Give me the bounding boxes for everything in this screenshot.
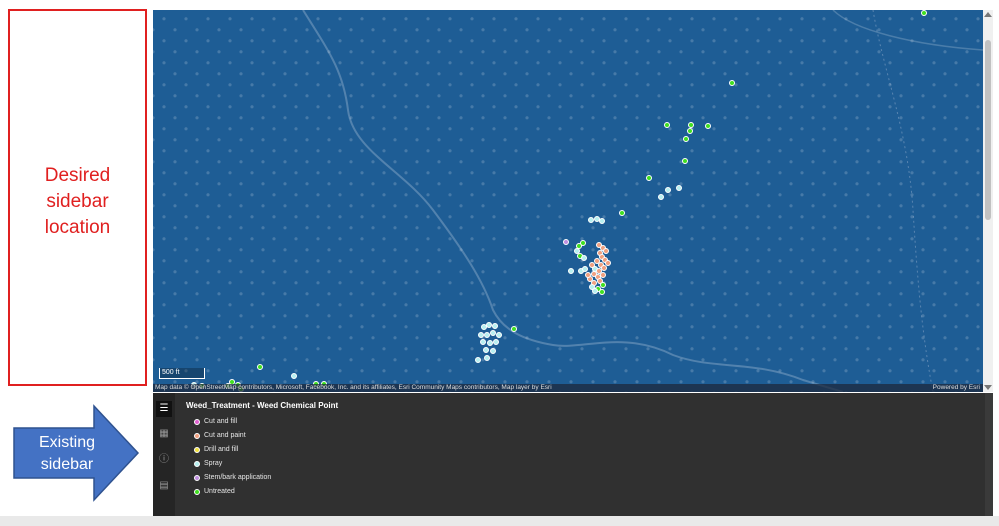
browser-bottom-bar	[0, 516, 999, 526]
treatment-point[interactable]	[483, 347, 489, 353]
info-icon[interactable]: ⓘ	[156, 452, 172, 468]
scale-bar: 500 ft	[159, 368, 205, 379]
map-roads	[302, 10, 983, 392]
scroll-up-icon[interactable]	[984, 12, 992, 17]
treatment-point[interactable]	[490, 348, 496, 354]
treatment-point[interactable]	[582, 266, 588, 272]
legend-item-label: Cut and fill	[204, 418, 238, 425]
treatment-point[interactable]	[600, 272, 606, 278]
legend-panel: ☰ ▦ ⓘ ▤ Weed_Treatment - Weed Chemical P…	[153, 393, 993, 516]
legend-item-label: Cut and paint	[204, 432, 246, 439]
desired-sidebar-box: Desired sidebar location	[8, 9, 147, 386]
stem-bark-swatch	[194, 475, 200, 481]
desired-sidebar-label: Desired sidebar location	[44, 165, 111, 238]
treatment-point[interactable]	[484, 355, 490, 361]
treatment-point[interactable]	[568, 268, 574, 274]
treatment-point[interactable]	[705, 123, 711, 129]
treatment-point[interactable]	[599, 218, 605, 224]
treatment-point[interactable]	[592, 288, 598, 294]
treatment-point[interactable]	[291, 373, 297, 379]
treatment-point[interactable]	[493, 339, 499, 345]
treatment-point[interactable]	[496, 332, 502, 338]
treatment-point[interactable]	[664, 122, 670, 128]
legend-item-label: Drill and fill	[204, 446, 239, 453]
drill-and-fill-swatch	[194, 447, 200, 453]
spray-swatch	[194, 461, 200, 467]
treatment-point[interactable]	[676, 185, 682, 191]
cut-and-paint-swatch	[194, 433, 200, 439]
treatment-point[interactable]	[600, 282, 606, 288]
treatment-point[interactable]	[646, 175, 652, 181]
scrollbar-thumb[interactable]	[985, 40, 991, 220]
treatment-point[interactable]	[682, 158, 688, 164]
treatment-point[interactable]	[257, 364, 263, 370]
treatment-point[interactable]	[492, 323, 498, 329]
treatment-point[interactable]	[921, 10, 927, 16]
list-icon[interactable]: ☰	[156, 401, 172, 417]
legend-item-label: Untreated	[204, 488, 235, 495]
legend-item-label: Spray	[204, 460, 223, 467]
map-view[interactable]: 500 ft Map data © OpenStreetMap contribu…	[153, 10, 983, 392]
treatment-point[interactable]	[683, 136, 689, 142]
treatment-point[interactable]	[687, 128, 693, 134]
treatment-point[interactable]	[585, 272, 591, 278]
treatment-point[interactable]	[665, 187, 671, 193]
treatment-point[interactable]	[581, 255, 587, 261]
treatment-point[interactable]	[729, 80, 735, 86]
legend-item-label: Stem/bark application	[204, 474, 272, 481]
map-scrollbar[interactable]	[983, 10, 993, 392]
document-icon[interactable]: ▤	[156, 478, 172, 494]
legend-toolbar: ☰ ▦ ⓘ ▤	[153, 393, 175, 516]
legend-layer-title: Weed_Treatment - Weed Chemical Point	[186, 401, 339, 410]
scroll-down-icon[interactable]	[984, 385, 992, 390]
grid-icon[interactable]: ▦	[156, 426, 172, 442]
attribution-text: Map data © OpenStreetMap contributors, M…	[155, 384, 552, 391]
map-attribution: Map data © OpenStreetMap contributors, M…	[153, 384, 983, 392]
untreated-swatch	[194, 489, 200, 495]
treatment-point[interactable]	[619, 210, 625, 216]
treatment-point[interactable]	[511, 326, 517, 332]
treatment-point[interactable]	[599, 289, 605, 295]
legend-scrollbar[interactable]	[985, 393, 993, 516]
treatment-point[interactable]	[563, 239, 569, 245]
treatment-point[interactable]	[658, 194, 664, 200]
treatment-point[interactable]	[480, 339, 486, 345]
existing-sidebar-label: Existing sidebar	[38, 434, 96, 473]
treatment-point[interactable]	[603, 248, 609, 254]
treatment-point[interactable]	[475, 357, 481, 363]
cut-and-fill-swatch	[194, 419, 200, 425]
powered-by-text[interactable]: Powered by Esri	[933, 384, 980, 392]
